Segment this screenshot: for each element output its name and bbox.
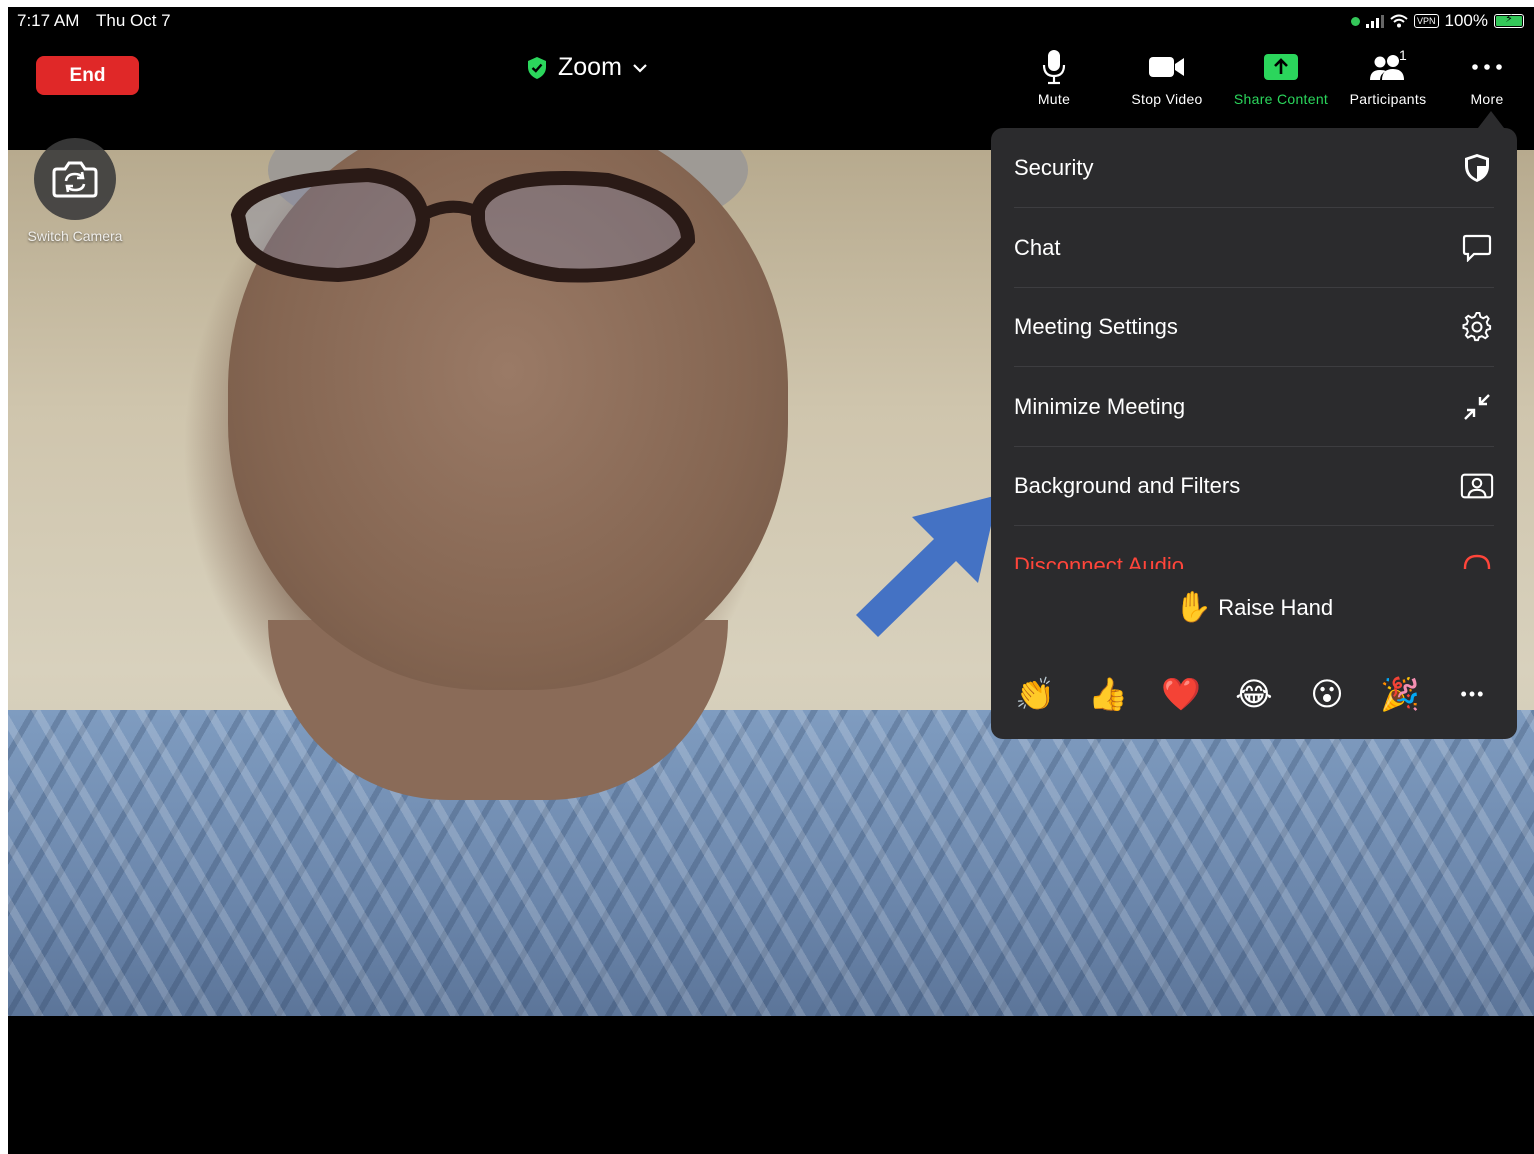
status-indicators: VPN 100% ⚡ bbox=[1351, 11, 1524, 31]
mute-label: Mute bbox=[1037, 91, 1071, 107]
video-camera-icon bbox=[1149, 57, 1184, 77]
headphones-icon bbox=[1463, 554, 1491, 569]
cellular-signal-icon bbox=[1366, 14, 1384, 28]
reaction-joy-icon[interactable]: 😂 bbox=[1230, 670, 1278, 718]
stop-video-button[interactable]: Stop Video bbox=[1112, 49, 1222, 107]
menu-item-chat[interactable]: Chat bbox=[1014, 208, 1494, 288]
menu-item-minimize-meeting[interactable]: Minimize Meeting bbox=[1014, 367, 1494, 447]
more-reactions-button[interactable]: ••• bbox=[1449, 670, 1497, 718]
menu-caret bbox=[1478, 111, 1504, 128]
more-button[interactable]: More bbox=[1432, 49, 1534, 107]
switch-camera-icon bbox=[52, 161, 98, 198]
chat-bubble-icon bbox=[1462, 234, 1492, 262]
more-dots-icon bbox=[1472, 64, 1502, 70]
menu-item-label: Chat bbox=[1014, 234, 1061, 260]
menu-item-label: Disconnect Audio bbox=[1014, 553, 1184, 569]
vpn-badge: VPN bbox=[1414, 14, 1439, 28]
participants-count: 1 bbox=[1399, 47, 1408, 63]
camera-in-use-dot-icon bbox=[1351, 16, 1360, 26]
switch-camera-label: Switch Camera bbox=[27, 228, 123, 244]
end-button[interactable]: End bbox=[36, 56, 139, 95]
encryption-shield-icon bbox=[528, 56, 546, 79]
participants-button[interactable]: Participants 1 bbox=[1333, 47, 1443, 107]
raise-hand-label: Raise Hand bbox=[1218, 594, 1334, 620]
microphone-icon bbox=[1042, 50, 1066, 85]
battery-percent: 100% bbox=[1444, 11, 1488, 30]
annotation-arrow-icon bbox=[856, 495, 998, 637]
menu-item-security[interactable]: Security bbox=[1014, 128, 1494, 208]
meeting-title: Zoom bbox=[558, 53, 622, 81]
reaction-heart-icon[interactable]: ❤️ bbox=[1157, 670, 1205, 718]
video-glasses bbox=[230, 167, 696, 283]
more-label: More bbox=[1470, 91, 1504, 107]
menu-item-disconnect-audio[interactable]: Disconnect Audio bbox=[1014, 526, 1494, 569]
battery-charging-icon: ⚡ bbox=[1494, 13, 1524, 28]
share-screen-icon bbox=[1264, 54, 1298, 80]
video-shirt-pattern bbox=[8, 710, 1534, 1016]
reaction-party-icon[interactable]: 🎉 bbox=[1376, 670, 1424, 718]
stop-video-label: Stop Video bbox=[1131, 91, 1203, 107]
mute-button[interactable]: Mute bbox=[999, 49, 1109, 107]
more-menu: Security Chat Meeting Settings Minimize … bbox=[991, 128, 1517, 739]
gear-icon bbox=[1462, 311, 1492, 341]
menu-item-meeting-settings[interactable]: Meeting Settings bbox=[1014, 287, 1494, 367]
reaction-thumbs-up-icon[interactable]: 👍 bbox=[1084, 670, 1132, 718]
menu-item-label: Meeting Settings bbox=[1014, 313, 1178, 339]
reaction-surprised-icon[interactable]: 😮 bbox=[1303, 670, 1351, 718]
share-content-button[interactable]: Share Content bbox=[1226, 49, 1336, 107]
meeting-title-button[interactable]: Zoom bbox=[526, 53, 648, 82]
chevron-down-icon bbox=[633, 63, 647, 73]
reactions-bar: 👏 👍 ❤️ 😂 😮 🎉 ••• bbox=[1011, 670, 1497, 718]
share-content-label: Share Content bbox=[1233, 91, 1329, 107]
menu-item-label: Minimize Meeting bbox=[1014, 393, 1186, 419]
status-date: Thu Oct 7 bbox=[96, 11, 171, 30]
status-time: 7:17 AM bbox=[17, 11, 80, 30]
menu-item-background-and-filters[interactable]: Background and Filters bbox=[1014, 446, 1494, 526]
status-bar: 7:17 AM Thu Oct 7 VPN 100% ⚡ bbox=[8, 7, 1534, 35]
shield-icon bbox=[1465, 153, 1489, 182]
meeting-toolbar: End Zoom Mute Stop Video Share Content P… bbox=[8, 35, 1534, 113]
zoom-screen: 7:17 AM Thu Oct 7 VPN 100% ⚡ End Zoom Mu… bbox=[8, 7, 1534, 1154]
raise-hand-button[interactable]: ✋ Raise Hand bbox=[991, 590, 1517, 625]
switch-camera-button[interactable]: Switch Camera bbox=[28, 138, 122, 244]
menu-item-label: Security bbox=[1014, 154, 1094, 180]
participants-label: Participants bbox=[1349, 91, 1427, 107]
raise-hand-icon: ✋ bbox=[1174, 591, 1213, 624]
person-frame-icon bbox=[1460, 473, 1494, 498]
minimize-arrows-icon bbox=[1464, 393, 1490, 420]
wifi-icon bbox=[1390, 14, 1408, 28]
menu-item-label: Background and Filters bbox=[1014, 472, 1241, 498]
reaction-clap-icon[interactable]: 👏 bbox=[1011, 670, 1059, 718]
